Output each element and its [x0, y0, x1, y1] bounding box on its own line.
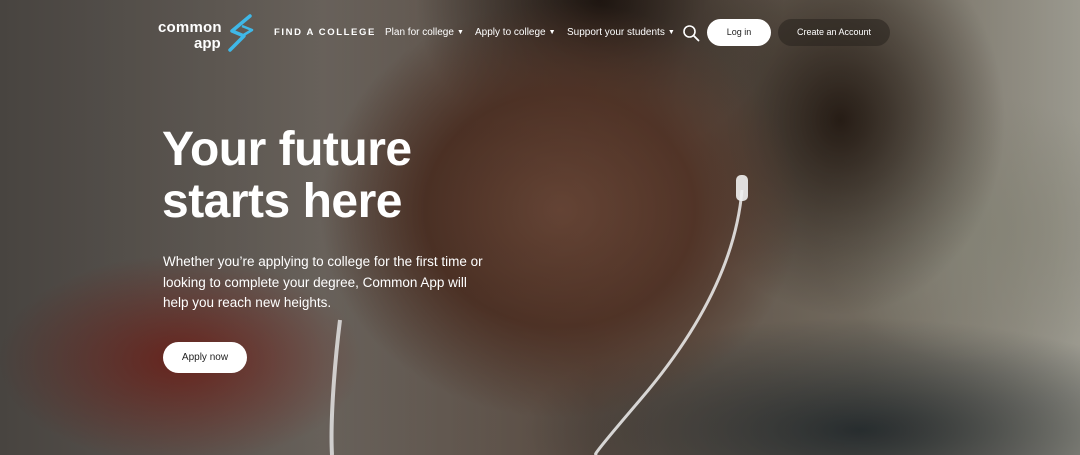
hero-title-line1: Your future — [162, 123, 412, 176]
nav-apply-to-college[interactable]: Apply to college ▼ — [475, 25, 556, 41]
create-account-button[interactable]: Create an Account — [778, 19, 890, 46]
common-app-logo[interactable]: common app — [158, 14, 258, 54]
hero-title: Your future starts here — [162, 124, 502, 228]
logo-text-common: common — [158, 19, 222, 36]
nav-support-your-students[interactable]: Support your students ▼ — [567, 25, 675, 41]
hero-subtitle: Whether you’re applying to college for t… — [163, 252, 523, 314]
nav-support-label: Support your students — [567, 27, 665, 38]
login-button[interactable]: Log in — [707, 19, 771, 46]
hero-title-line2: starts here — [162, 175, 402, 228]
top-navigation: common app FIND A COLLEGE Plan for colle… — [0, 0, 1080, 66]
apply-now-button[interactable]: Apply now — [163, 342, 247, 373]
search-icon[interactable] — [682, 24, 700, 42]
hero-subtitle-line2: looking to complete your degree, Common … — [163, 274, 467, 290]
caret-down-icon: ▼ — [456, 29, 464, 36]
nav-apply-label: Apply to college — [475, 27, 546, 38]
nav-find-a-college[interactable]: FIND A COLLEGE — [274, 25, 376, 41]
caret-down-icon: ▼ — [667, 29, 675, 36]
common-app-logo-mark-icon — [228, 14, 254, 52]
hero-subtitle-line1: Whether you’re applying to college for t… — [163, 254, 483, 269]
logo-text-app: app — [194, 35, 221, 52]
hero-subtitle-line3: help you reach new heights. — [163, 295, 332, 310]
nav-plan-for-college[interactable]: Plan for college ▼ — [385, 25, 464, 41]
caret-down-icon: ▼ — [548, 29, 556, 36]
nav-plan-label: Plan for college — [385, 27, 454, 38]
